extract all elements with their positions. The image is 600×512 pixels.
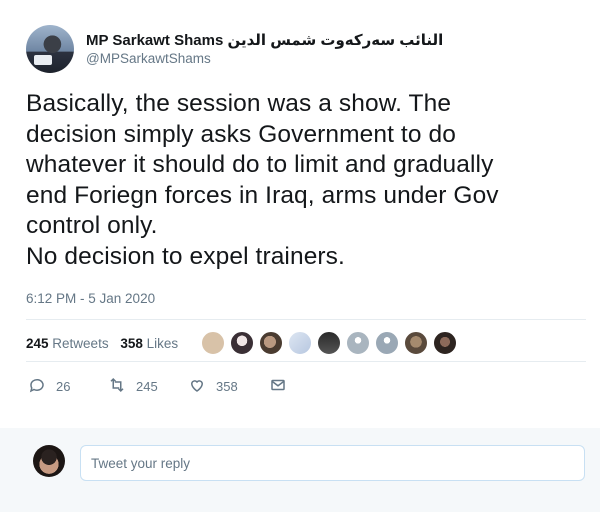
tweet-line: end Foriegn forces in Iraq, arms under G… [26,181,499,209]
tweet-line: No decision to expel trainers. [26,242,345,270]
reply-button[interactable]: 26 [28,376,70,397]
likes-label: Likes [146,336,179,351]
author-handle[interactable]: @MPSarkawtShams [86,51,211,66]
engagement-stats: 245 Retweets 358 Likes [26,336,178,351]
divider [26,319,586,320]
direct-message-button[interactable] [269,376,287,397]
divider [26,361,586,362]
tweet-card: MP Sarkawt Shams النائب سەرکەوت شمس الدي… [0,0,600,512]
current-user-avatar[interactable] [33,445,65,477]
tweet-line: whatever it should do to limit and gradu… [26,151,494,178]
liker-avatar[interactable] [230,331,254,355]
retweet-count: 245 [136,379,158,394]
like-count: 358 [216,379,238,394]
liker-avatar[interactable] [201,331,225,355]
message-icon [269,376,287,397]
reply-input[interactable]: Tweet your reply [80,445,585,481]
retweets-label: Retweets [52,336,109,351]
retweet-icon [108,376,126,397]
liker-avatar[interactable] [375,331,399,355]
retweets-stat[interactable]: 245 Retweets [26,336,109,351]
like-button[interactable]: 358 [188,376,238,397]
liker-avatar[interactable] [288,331,312,355]
likes-stat[interactable]: 358 Likes [120,336,178,351]
liker-avatar[interactable] [346,331,370,355]
liker-avatar[interactable] [317,331,341,355]
tweet-line: control only. [26,212,158,239]
retweets-count: 245 [26,336,49,351]
tweet-text: Basically, the session was a show. The d… [26,89,586,272]
retweet-button[interactable]: 245 [108,376,158,397]
liker-avatar[interactable] [404,331,428,355]
tweet-timestamp[interactable]: 6:12 PM - 5 Jan 2020 [26,291,155,306]
heart-icon [188,376,206,397]
tweet-line: Basically, the session was a show. The [26,90,452,117]
author-avatar[interactable] [26,25,74,73]
author-name[interactable]: MP Sarkawt Shams النائب سەرکەوت شمس الدي… [86,31,443,49]
likes-count: 358 [120,336,143,351]
liker-avatar[interactable] [433,331,457,355]
reply-icon [28,376,46,397]
reply-count: 26 [56,379,71,394]
liker-avatar[interactable] [259,331,283,355]
tweet-line: decision simply asks Government to do [26,120,456,148]
